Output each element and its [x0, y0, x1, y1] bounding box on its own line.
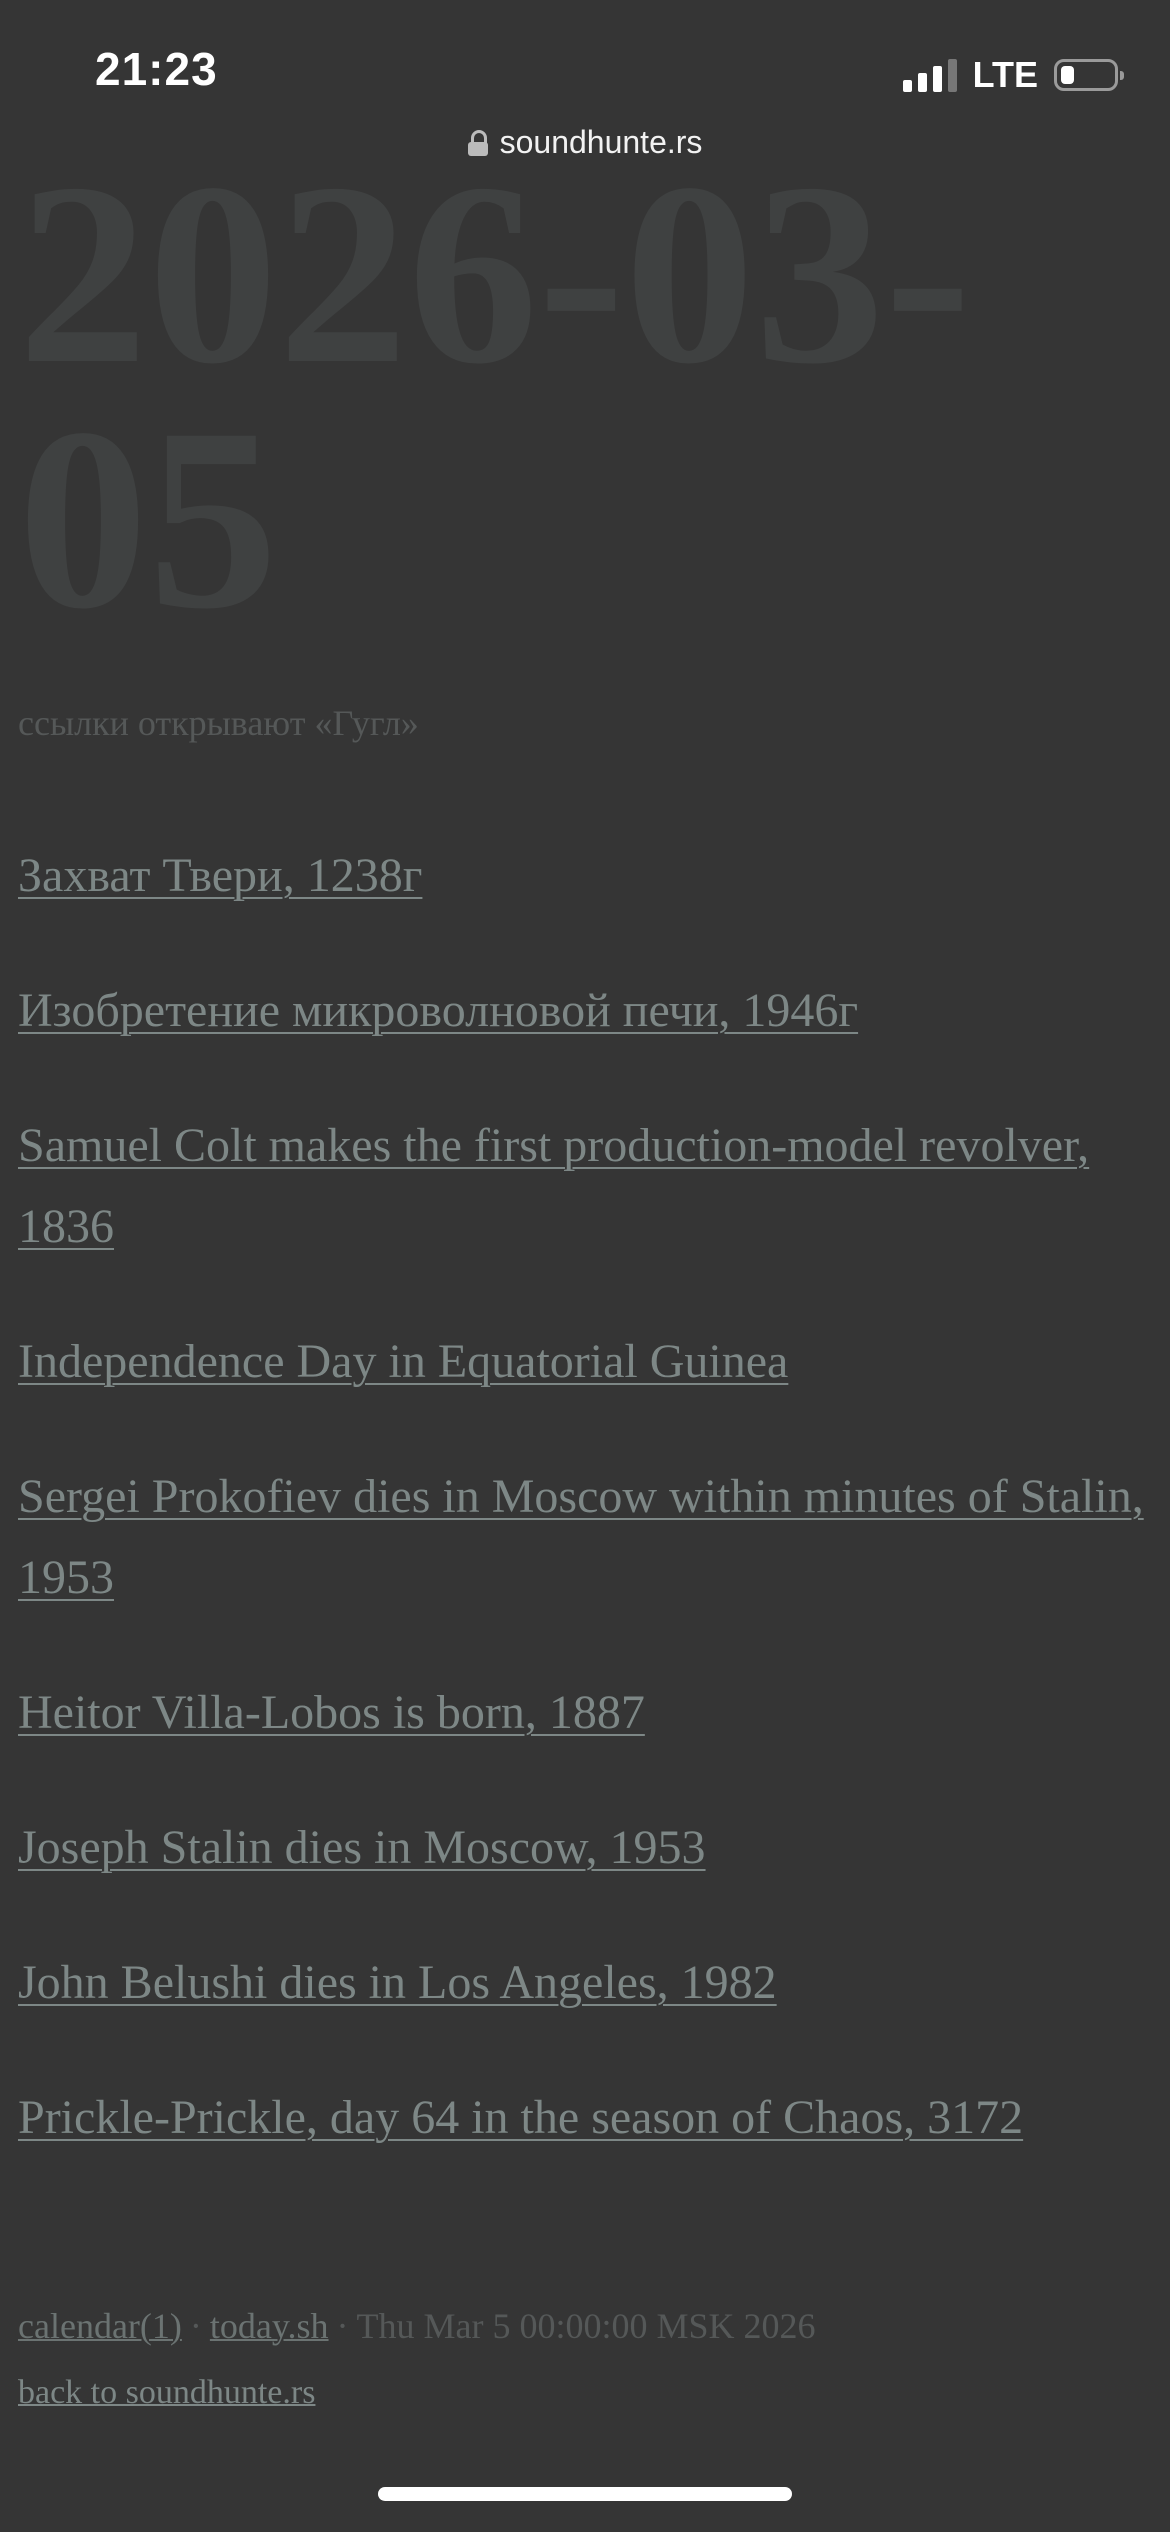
- battery-icon: [1054, 59, 1124, 91]
- battery-level: [1061, 66, 1074, 84]
- list-item: Independence Day in Equatorial Guinea: [18, 1321, 1163, 1402]
- list-item: John Belushi dies in Los Angeles, 1982: [18, 1942, 1163, 2023]
- list-item: Захват Твери, 1238г: [18, 835, 1163, 916]
- home-indicator[interactable]: [378, 2487, 792, 2501]
- footer-separator: ·: [189, 2306, 202, 2346]
- event-link[interactable]: John Belushi dies in Los Angeles, 1982: [18, 1956, 777, 2009]
- event-link[interactable]: Prickle-Prickle, day 64 in the season of…: [18, 2091, 1023, 2144]
- footer-separator: ·: [336, 2306, 349, 2346]
- battery-terminal: [1120, 71, 1124, 80]
- footer-timestamp: Thu Mar 5 00:00:00 MSK 2026: [356, 2306, 816, 2346]
- event-link[interactable]: Independence Day in Equatorial Guinea: [18, 1335, 788, 1388]
- event-link[interactable]: Samuel Colt makes the first production-m…: [18, 1119, 1089, 1253]
- network-type-label: LTE: [972, 54, 1038, 95]
- events-list: Захват Твери, 1238г Изобретение микровол…: [18, 835, 1163, 2212]
- status-time: 21:23: [95, 43, 218, 95]
- list-item: Joseph Stalin dies in Moscow, 1953: [18, 1807, 1163, 1888]
- cellular-signal-icon: [902, 58, 957, 92]
- footer-back: back to soundhunte.rs: [18, 2374, 315, 2412]
- list-item: Изобретение микроволновой печи, 1946г: [18, 970, 1163, 1051]
- list-item: Prickle-Prickle, day 64 in the season of…: [18, 2077, 1163, 2158]
- footer: calendar(1) · today.sh · Thu Mar 5 00:00:00 …: [18, 2296, 816, 2356]
- status-bar: 21:23 LTE: [0, 0, 1170, 140]
- list-item: Sergei Prokofiev dies in Moscow within m…: [18, 1456, 1163, 1618]
- today-script-link[interactable]: today.sh: [210, 2306, 329, 2346]
- event-link[interactable]: Захват Твери, 1238г: [18, 849, 422, 902]
- calendar-link[interactable]: calendar(1): [18, 2306, 182, 2346]
- list-item: Heitor Villa-Lobos is born, 1887: [18, 1672, 1163, 1753]
- status-indicators: LTE: [902, 54, 1124, 96]
- page-subtitle: ссылки открывают «Гугл»: [18, 703, 419, 743]
- event-link[interactable]: Joseph Stalin dies in Moscow, 1953: [18, 1821, 706, 1874]
- date-heading: 2026-03-05: [18, 130, 972, 663]
- back-home-link[interactable]: back to soundhunte.rs: [18, 2374, 315, 2411]
- event-link[interactable]: Heitor Villa-Lobos is born, 1887: [18, 1686, 645, 1739]
- event-link[interactable]: Изобретение микроволновой печи, 1946г: [18, 984, 858, 1037]
- list-item: Samuel Colt makes the first production-m…: [18, 1105, 1163, 1267]
- event-link[interactable]: Sergei Prokofiev dies in Moscow within m…: [18, 1470, 1144, 1604]
